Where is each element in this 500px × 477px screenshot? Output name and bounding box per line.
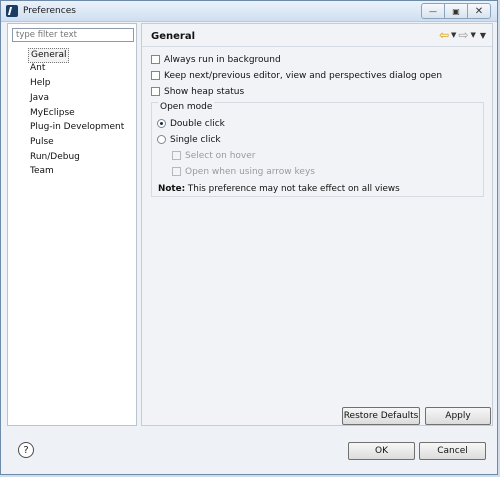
tree-item-help[interactable]: Help: [28, 77, 53, 90]
dialog-footer: ? OK Cancel: [1, 427, 497, 474]
open-mode-group: Open mode Double click Single click Sele…: [151, 102, 484, 197]
checkbox-icon[interactable]: [151, 71, 160, 80]
double-click-radio[interactable]: Double click: [157, 117, 225, 130]
tree-item-run-debug[interactable]: Run/Debug: [28, 151, 82, 164]
cancel-button[interactable]: Cancel: [419, 442, 486, 460]
checkbox-label: Show heap status: [164, 86, 245, 97]
radio-label: Double click: [170, 118, 225, 129]
forward-arrow-icon[interactable]: ⇨: [458, 29, 468, 41]
radio-label: Single click: [170, 134, 221, 145]
back-arrow-icon[interactable]: ⇦: [439, 29, 449, 41]
tree-item-pulse[interactable]: Pulse: [28, 136, 56, 149]
title-bar[interactable]: Preferences — ▣ ✕: [1, 1, 497, 22]
view-menu-icon[interactable]: ▼: [480, 31, 486, 40]
checkbox-icon[interactable]: [172, 167, 181, 176]
note-body: This preference may not take effect on a…: [187, 184, 400, 194]
note-label: Note:: [158, 184, 186, 194]
preferences-dialog: Preferences — ▣ ✕ General Ant Help Java …: [0, 0, 498, 475]
show-heap-status-checkbox[interactable]: Show heap status: [151, 85, 244, 98]
preference-page: General ⇦ ▼ ⇨ ▼ ▼ Always run in backgrou…: [141, 23, 493, 426]
open-arrow-keys-checkbox[interactable]: Open when using arrow keys: [172, 165, 315, 178]
tree-item-myeclipse[interactable]: MyEclipse: [28, 107, 77, 120]
apply-button[interactable]: Apply: [425, 407, 491, 425]
forward-dropdown-icon[interactable]: ▼: [470, 31, 475, 39]
note-text: Note: This preference may not take effec…: [158, 184, 400, 194]
radio-icon[interactable]: [157, 119, 166, 128]
checkbox-icon[interactable]: [151, 87, 160, 96]
app-icon: [6, 5, 18, 17]
tree-item-ant[interactable]: Ant: [28, 62, 47, 75]
help-icon[interactable]: ?: [18, 442, 34, 458]
maximize-button[interactable]: ▣: [445, 3, 468, 19]
always-run-background-checkbox[interactable]: Always run in background: [151, 53, 281, 66]
single-click-radio[interactable]: Single click: [157, 133, 221, 146]
checkbox-label: Always run in background: [164, 54, 281, 65]
checkbox-label: Keep next/previous editor, view and pers…: [164, 70, 443, 81]
select-on-hover-checkbox[interactable]: Select on hover: [172, 149, 255, 162]
ok-button[interactable]: OK: [348, 442, 415, 460]
close-button[interactable]: ✕: [468, 3, 491, 19]
keep-dialog-open-checkbox[interactable]: Keep next/previous editor, view and pers…: [151, 69, 442, 82]
checkbox-label: Open when using arrow keys: [185, 166, 315, 177]
tree-item-team[interactable]: Team: [28, 165, 56, 178]
restore-defaults-button[interactable]: Restore Defaults: [342, 407, 420, 425]
back-dropdown-icon[interactable]: ▼: [451, 31, 456, 39]
tree-item-plugin-development[interactable]: Plug-in Development: [28, 121, 126, 134]
group-title: Open mode: [158, 102, 215, 112]
checkbox-icon[interactable]: [172, 151, 181, 160]
preference-tree-pane: General Ant Help Java MyEclipse Plug-in …: [7, 23, 137, 426]
tree-item-general[interactable]: General: [28, 48, 70, 63]
minimize-button[interactable]: —: [421, 3, 445, 19]
page-header: General ⇦ ▼ ⇨ ▼ ▼: [142, 24, 492, 47]
checkbox-icon[interactable]: [151, 55, 160, 64]
window-title: Preferences: [23, 6, 76, 16]
filter-input[interactable]: [12, 28, 134, 42]
tree-item-java[interactable]: Java: [28, 92, 51, 105]
checkbox-label: Select on hover: [185, 150, 256, 161]
page-title: General: [151, 31, 195, 42]
radio-icon[interactable]: [157, 135, 166, 144]
